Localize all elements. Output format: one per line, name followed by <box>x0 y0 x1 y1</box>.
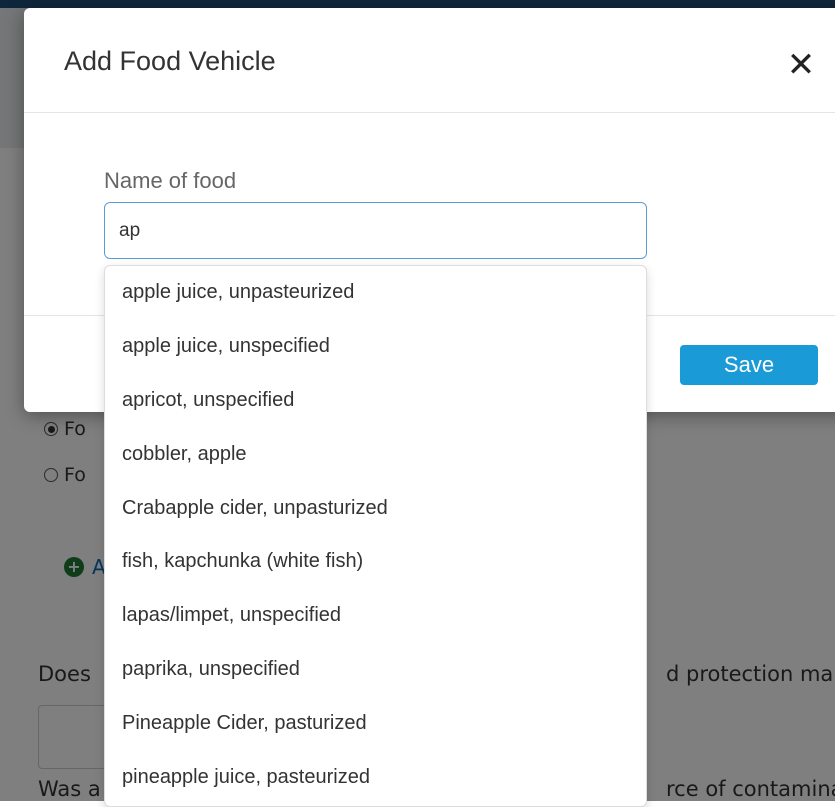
name-of-food-label: Name of food <box>104 168 237 193</box>
suggestion-item[interactable]: Pineapple Cider, pasturized <box>105 696 646 750</box>
save-button[interactable]: Save <box>680 345 818 385</box>
close-icon[interactable]: ✕ <box>786 48 816 82</box>
suggestion-item[interactable]: apricot, unspecified <box>105 374 646 428</box>
suggestion-item[interactable]: apple juice, unspecified <box>105 320 646 374</box>
autocomplete-dropdown: apple juice, unpasteurized apple juice, … <box>104 265 647 807</box>
name-of-food-input[interactable] <box>104 202 647 259</box>
suggestion-item[interactable]: paprika, unspecified <box>105 643 646 697</box>
suggestion-item[interactable]: Crabapple cider, unpasturized <box>105 481 646 535</box>
suggestion-item[interactable]: fish, kapchunka (white fish) <box>105 535 646 589</box>
modal-title: Add Food Vehicle <box>64 46 276 76</box>
suggestion-item[interactable]: apple juice, unpasteurized <box>105 266 646 320</box>
suggestion-item[interactable]: cobbler, apple <box>105 427 646 481</box>
modal-header: Add Food Vehicle ✕ <box>24 8 835 113</box>
suggestion-item[interactable]: lapas/limpet, unspecified <box>105 589 646 643</box>
suggestion-item[interactable]: pineapple juice, pasteurized <box>105 750 646 804</box>
